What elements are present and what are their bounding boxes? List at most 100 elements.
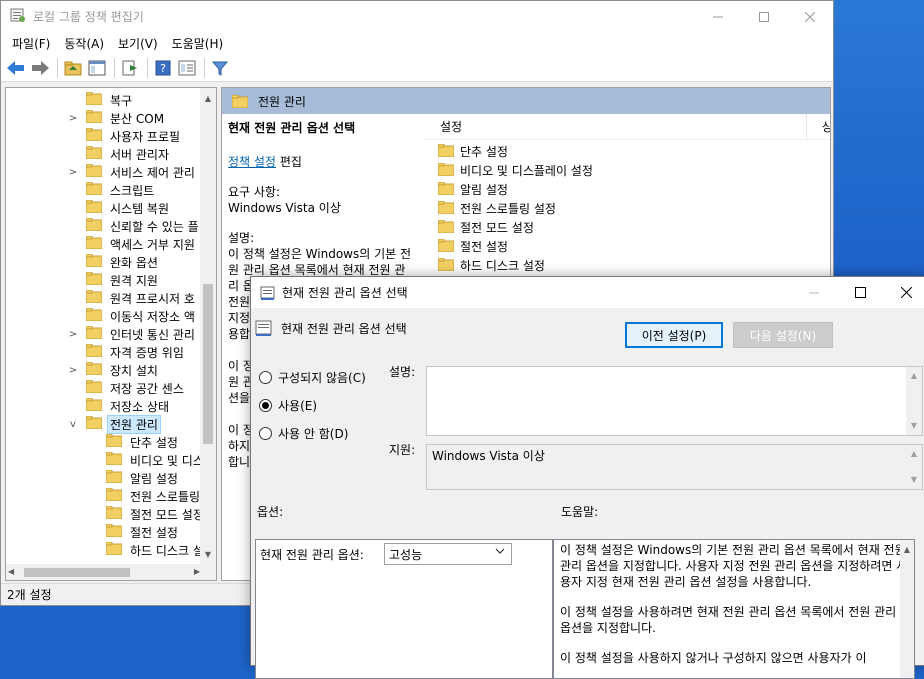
- tree-item[interactable]: 자격 증명 위임: [70, 343, 186, 361]
- dialog-close-button[interactable]: [883, 277, 924, 308]
- dialog-titlebar[interactable]: 현재 전원 관리 옵션 선택: [251, 277, 924, 308]
- properties-button[interactable]: [176, 57, 198, 79]
- collapse-arrow-icon[interactable]: v: [68, 419, 78, 430]
- menu-action[interactable]: 동작(A): [57, 35, 111, 52]
- filter-button[interactable]: [209, 57, 231, 79]
- list-item[interactable]: 절전 설정: [437, 237, 508, 256]
- dialog-maximize-button[interactable]: [837, 277, 883, 308]
- show-hide-tree-button[interactable]: [86, 57, 108, 79]
- folder-icon: [85, 415, 103, 432]
- scroll-up-arrow-icon[interactable]: ▲: [906, 369, 922, 383]
- radio-not-configured[interactable]: 구성되지 않음(C): [259, 369, 366, 386]
- scroll-up-arrow-icon[interactable]: ▲: [906, 447, 922, 461]
- list-item[interactable]: 전원 스로틀링 설정: [437, 199, 556, 218]
- tree-item[interactable]: 서버 관리자: [70, 145, 171, 163]
- list-item[interactable]: 절전 모드 설정: [437, 218, 534, 237]
- tree-item[interactable]: v 전원 관리: [68, 414, 161, 434]
- tree-item[interactable]: 원격 지원: [70, 271, 160, 289]
- tree-item-label: 저장 공간 센스: [110, 381, 184, 396]
- radio-circle[interactable]: [259, 427, 272, 440]
- tree-item[interactable]: 신뢰할 수 있는 플: [70, 217, 201, 235]
- column-state[interactable]: 상: [822, 118, 830, 135]
- tree-item[interactable]: > 인터넷 통신 관리: [68, 325, 197, 343]
- tree-item[interactable]: 저장 공간 센스: [70, 379, 186, 397]
- list-item[interactable]: 비디오 및 디스플레이 설정: [437, 161, 593, 180]
- supported-textbox[interactable]: Windows Vista 이상 ▲ ▼: [426, 444, 923, 490]
- tree-item-label: 분산 COM: [110, 111, 165, 126]
- tree-scroll-thumb[interactable]: [203, 284, 213, 444]
- tree-item[interactable]: > 장치 설치: [68, 361, 160, 379]
- help-button[interactable]: ?: [152, 57, 174, 79]
- back-button[interactable]: [5, 57, 27, 79]
- tree-item[interactable]: 시스템 복원: [70, 199, 171, 217]
- next-setting-button[interactable]: 다음 설정(N): [733, 322, 833, 348]
- tree-item[interactable]: 액세스 거부 지원: [70, 235, 197, 253]
- comment-textbox[interactable]: ▲ ▼: [426, 366, 923, 436]
- tree-child-item[interactable]: 알림 설정: [105, 469, 180, 487]
- export-list-button[interactable]: [119, 57, 141, 79]
- tree-pane[interactable]: 복구 > 분산 COM 사용자 프로필 서버 관리자 > 서비스 제어 관리 스크립트 시스템 …: [5, 87, 217, 581]
- tree-child-item[interactable]: 단추 설정: [105, 433, 180, 451]
- expand-arrow-icon[interactable]: >: [68, 329, 78, 340]
- scroll-down-arrow-icon[interactable]: ▼: [906, 419, 922, 433]
- menu-help[interactable]: 도움말(H): [165, 35, 231, 52]
- up-button[interactable]: [62, 57, 84, 79]
- scroll-up-arrow-icon[interactable]: ▲: [200, 90, 216, 106]
- tree-item[interactable]: > 분산 COM: [68, 109, 166, 127]
- tree-vertical-scrollbar[interactable]: ▲ ▼: [200, 88, 216, 580]
- folder-icon: [437, 219, 455, 236]
- tree-item[interactable]: 사용자 프로필: [70, 127, 182, 145]
- maximize-button[interactable]: [741, 1, 787, 32]
- scroll-down-arrow-icon[interactable]: ▼: [906, 473, 922, 487]
- edit-policy-link[interactable]: 정책 설정: [228, 155, 276, 169]
- power-plan-select[interactable]: 고성능: [384, 543, 512, 565]
- window-titlebar[interactable]: 로컬 그룹 정책 편집기: [1, 1, 833, 32]
- tree-child-item[interactable]: 절전 설정: [105, 523, 180, 541]
- tree-item[interactable]: 저장소 상태: [70, 397, 171, 415]
- menu-file[interactable]: 파일(F): [5, 35, 57, 52]
- tree-child-item[interactable]: 비디오 및 디스: [105, 451, 206, 469]
- scroll-down-arrow-icon[interactable]: ▼: [200, 546, 216, 562]
- column-setting[interactable]: 설정: [440, 118, 462, 135]
- list-item[interactable]: 단추 설정: [437, 142, 508, 161]
- forward-button[interactable]: [29, 57, 51, 79]
- tree-horizontal-scrollbar[interactable]: ◀ ▶: [6, 564, 202, 580]
- scroll-up-arrow-icon[interactable]: ▲: [900, 542, 914, 558]
- list-item[interactable]: 알림 설정: [437, 180, 508, 199]
- radio-circle[interactable]: [259, 399, 272, 412]
- tree-hscroll-thumb[interactable]: [24, 568, 130, 577]
- help-text-box[interactable]: 이 정책 설정은 Windows의 기본 전원 관리 옵션 목록에서 현재 전원…: [553, 539, 915, 679]
- tree-item[interactable]: 스크립트: [70, 181, 156, 199]
- tree-child-item[interactable]: 하드 디스크 설: [105, 541, 206, 559]
- help-scrollbar[interactable]: ▲: [900, 540, 914, 678]
- tree-child-item[interactable]: 절전 모드 설정: [105, 505, 206, 523]
- menu-view[interactable]: 보기(V): [111, 35, 165, 52]
- scroll-left-arrow-icon[interactable]: ◀: [8, 564, 14, 580]
- minimize-button[interactable]: [695, 1, 741, 32]
- close-button[interactable]: [787, 1, 833, 32]
- tree-item-label: 자격 증명 위임: [110, 345, 184, 360]
- dialog-title: 현재 전원 관리 옵션 선택: [282, 286, 408, 300]
- previous-setting-button[interactable]: 이전 설정(P): [625, 322, 723, 348]
- comment-scrollbar[interactable]: ▲ ▼: [906, 367, 922, 435]
- dialog-minimize-button[interactable]: [791, 277, 837, 308]
- list-item[interactable]: 하드 디스크 설정: [437, 256, 545, 275]
- supported-scrollbar[interactable]: ▲ ▼: [906, 445, 922, 489]
- tree-item[interactable]: > 서비스 제어 관리: [68, 163, 197, 181]
- expand-arrow-icon[interactable]: >: [68, 167, 78, 178]
- tree-item[interactable]: 이동식 저장소 액: [70, 307, 197, 325]
- column-divider[interactable]: [806, 114, 807, 139]
- folder-icon: [85, 289, 103, 306]
- tree-item[interactable]: 복구: [70, 91, 134, 109]
- tree-child-item[interactable]: 전원 스로틀링: [105, 487, 202, 505]
- list-column-header[interactable]: 설정 상: [422, 114, 830, 140]
- radio-circle[interactable]: [259, 371, 272, 384]
- expand-arrow-icon[interactable]: >: [68, 113, 78, 124]
- tree-item[interactable]: 완화 옵션: [70, 253, 160, 271]
- tree-item[interactable]: 원격 프로시저 호: [70, 289, 197, 307]
- scroll-right-arrow-icon[interactable]: ▶: [194, 564, 200, 580]
- expand-arrow-icon[interactable]: >: [68, 365, 78, 376]
- radio-disabled[interactable]: 사용 안 함(D): [259, 425, 348, 442]
- radio-enabled[interactable]: 사용(E): [259, 397, 317, 414]
- folder-icon: [85, 307, 103, 324]
